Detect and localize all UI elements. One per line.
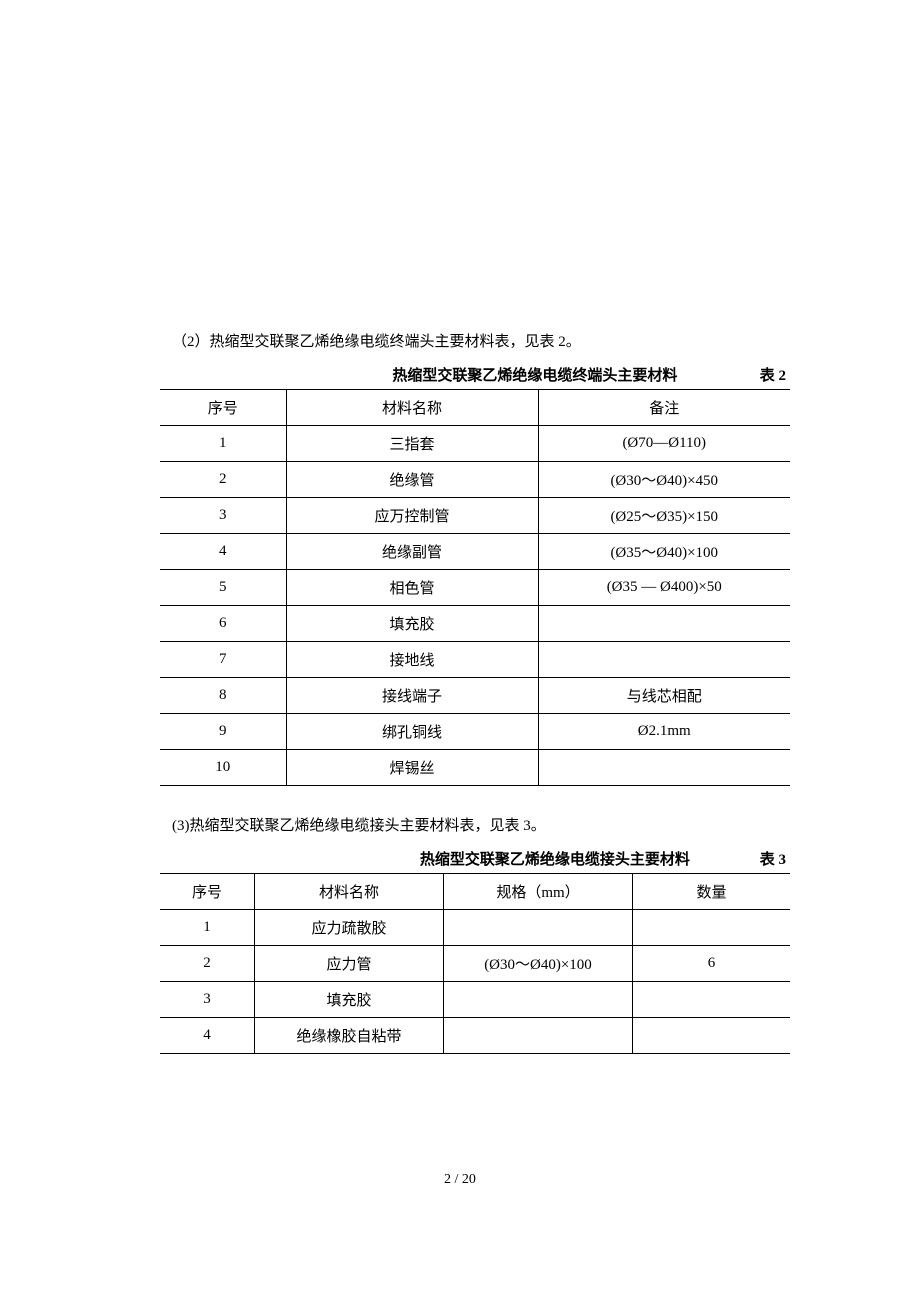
table2-caption: 热缩型交联聚乙烯绝缘电缆终端头主要材料 表 2 [160,364,790,385]
cell-name: 绝缘橡胶自粘带 [255,1018,444,1054]
table2: 序号 材料名称 备注 1三指套(Ø70—Ø110) 2绝缘管(Ø30～Ø40)×… [160,389,790,786]
cell-qty [633,982,791,1018]
cell-note [538,750,790,786]
table-header-row: 序号 材料名称 备注 [160,390,790,426]
cell-no: 8 [160,678,286,714]
cell-name: 绑孔铜线 [286,714,538,750]
table3-caption-num: 表 3 [760,848,786,869]
table-row: 1应力疏散胶 [160,910,790,946]
col-header-no: 序号 [160,874,255,910]
cell-name: 应力管 [255,946,444,982]
cell-name: 接地线 [286,642,538,678]
table3-caption-title: 热缩型交联聚乙烯绝缘电缆接头主要材料 [350,848,760,869]
table3: 序号 材料名称 规格（mm） 数量 1应力疏散胶 2应力管(Ø30～Ø40)×1… [160,873,790,1054]
cell-note [538,606,790,642]
table-row: 2应力管(Ø30～Ø40)×1006 [160,946,790,982]
table-row: 7接地线 [160,642,790,678]
cell-name: 应万控制管 [286,498,538,534]
cell-name: 接线端子 [286,678,538,714]
cell-note: 与线芯相配 [538,678,790,714]
cell-spec [444,910,633,946]
table-row: 1三指套(Ø70—Ø110) [160,426,790,462]
col-header-name: 材料名称 [286,390,538,426]
cell-no: 5 [160,570,286,606]
cell-name: 三指套 [286,426,538,462]
cell-no: 9 [160,714,286,750]
table3-caption: 热缩型交联聚乙烯绝缘电缆接头主要材料 表 3 [160,848,790,869]
cell-no: 2 [160,462,286,498]
table-row: 4绝缘橡胶自粘带 [160,1018,790,1054]
cell-name: 绝缘管 [286,462,538,498]
cell-name: 填充胶 [286,606,538,642]
table-header-row: 序号 材料名称 规格（mm） 数量 [160,874,790,910]
cell-note: (Ø25～Ø35)×150 [538,498,790,534]
page-number: 2 / 20 [0,1172,920,1188]
table-row: 4绝缘副管(Ø35～Ø40)×100 [160,534,790,570]
cell-name: 相色管 [286,570,538,606]
cell-qty [633,1018,791,1054]
table-row: 3填充胶 [160,982,790,1018]
cell-no: 3 [160,982,255,1018]
section2-intro: （2）热缩型交联聚乙烯绝缘电缆终端头主要材料表，见表 2。 [172,330,790,354]
cell-spec [444,1018,633,1054]
table-row: 10焊锡丝 [160,750,790,786]
table-row: 6填充胶 [160,606,790,642]
section3-intro: (3)热缩型交联聚乙烯绝缘电缆接头主要材料表，见表 3。 [172,814,790,838]
table2-caption-title: 热缩型交联聚乙烯绝缘电缆终端头主要材料 [310,364,760,385]
cell-no: 10 [160,750,286,786]
cell-no: 1 [160,910,255,946]
cell-note [538,642,790,678]
cell-note: (Ø35 — Ø400)×50 [538,570,790,606]
col-header-spec: 规格（mm） [444,874,633,910]
cell-note: (Ø70—Ø110) [538,426,790,462]
table-row: 9绑孔铜线Ø2.1mm [160,714,790,750]
cell-name: 填充胶 [255,982,444,1018]
cell-spec [444,982,633,1018]
cell-no: 3 [160,498,286,534]
table-row: 2绝缘管(Ø30～Ø40)×450 [160,462,790,498]
table-row: 3应万控制管(Ø25～Ø35)×150 [160,498,790,534]
table2-caption-num: 表 2 [760,364,786,385]
cell-no: 4 [160,1018,255,1054]
cell-note: (Ø30～Ø40)×450 [538,462,790,498]
cell-note: Ø2.1mm [538,714,790,750]
cell-no: 6 [160,606,286,642]
table-row: 5相色管(Ø35 — Ø400)×50 [160,570,790,606]
table-row: 8接线端子与线芯相配 [160,678,790,714]
cell-spec: (Ø30～Ø40)×100 [444,946,633,982]
cell-no: 1 [160,426,286,462]
cell-name: 应力疏散胶 [255,910,444,946]
cell-no: 7 [160,642,286,678]
cell-name: 绝缘副管 [286,534,538,570]
cell-note: (Ø35～Ø40)×100 [538,534,790,570]
cell-qty [633,910,791,946]
col-header-qty: 数量 [633,874,791,910]
col-header-no: 序号 [160,390,286,426]
cell-qty: 6 [633,946,791,982]
cell-no: 4 [160,534,286,570]
col-header-name: 材料名称 [255,874,444,910]
cell-no: 2 [160,946,255,982]
col-header-note: 备注 [538,390,790,426]
cell-name: 焊锡丝 [286,750,538,786]
